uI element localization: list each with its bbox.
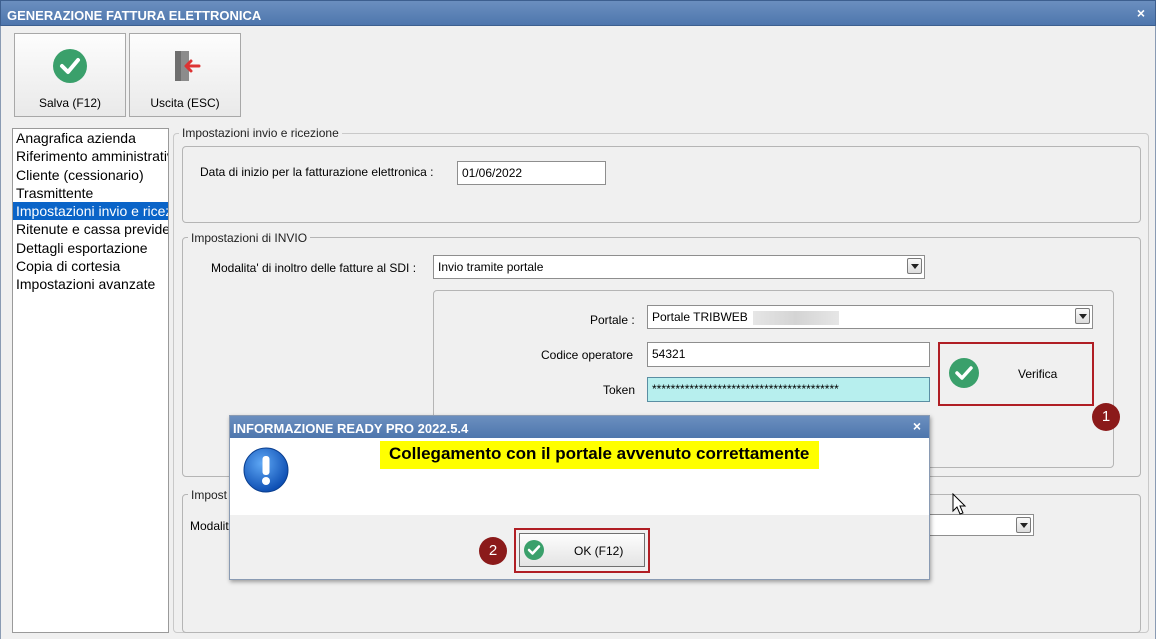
portal-value: Portale TRIBWEB — [652, 310, 748, 324]
callout-badge-1: 1 — [1092, 403, 1120, 431]
chevron-down-icon[interactable] — [907, 258, 922, 274]
start-date-input[interactable]: 01/06/2022 — [457, 161, 606, 185]
portal-label: Portale : — [590, 313, 635, 327]
token-input[interactable]: **************************************** — [647, 377, 930, 402]
group-invio-ricezione-title: Impostazioni invio e ricezione — [179, 126, 342, 140]
receive-mode-label: Modalit — [190, 519, 229, 533]
verify-button[interactable]: Verifica — [942, 346, 1090, 402]
check-icon — [523, 539, 545, 564]
nav-item-cliente[interactable]: Cliente (cessionario) — [13, 166, 168, 184]
group-invio-title: Impostazioni di INVIO — [188, 231, 311, 245]
check-icon — [948, 357, 980, 392]
ok-button[interactable]: OK (F12) — [519, 533, 645, 567]
nav-item-impostazioni-avanzate[interactable]: Impostazioni avanzate — [13, 275, 168, 293]
success-message: Collegamento con il portale avvenuto cor… — [380, 441, 820, 469]
send-mode-label: Modalita' di inoltro delle fatture al SD… — [211, 261, 417, 275]
send-mode-value: Invio tramite portale — [438, 260, 544, 274]
group-ricezione-title: Impost — [188, 488, 231, 502]
redacted-block — [753, 310, 840, 325]
nav-item-riferimento[interactable]: Riferimento amministrativo — [13, 147, 168, 165]
info-dialog-close-button[interactable]: × — [913, 418, 921, 434]
nav-item-anagrafica[interactable]: Anagrafica azienda — [13, 129, 168, 147]
info-icon — [242, 446, 290, 497]
send-mode-select[interactable]: Invio tramite portale — [433, 255, 925, 279]
group-invio-ricezione — [182, 146, 1141, 223]
token-label: Token — [603, 383, 636, 397]
chevron-down-icon[interactable] — [1016, 517, 1031, 533]
window-title: GENERAZIONE FATTURA ELETTRONICA — [7, 8, 262, 23]
info-dialog-title: INFORMAZIONE READY PRO 2022.5.4 — [233, 421, 469, 436]
save-button[interactable]: Salva (F12) — [14, 33, 126, 117]
operator-code-label: Codice operatore — [541, 348, 634, 362]
start-date-label: Data di inizio per la fatturazione elett… — [200, 165, 434, 179]
settings-nav-list: Anagrafica azienda Riferimento amministr… — [12, 128, 169, 633]
portal-select[interactable]: Portale TRIBWEB — [647, 305, 1093, 329]
exit-button-label: Uscita (ESC) — [150, 96, 220, 110]
info-dialog-titlebar: INFORMAZIONE READY PRO 2022.5.4 × — [230, 416, 929, 438]
nav-item-ritenute[interactable]: Ritenute e cassa previdenziale — [13, 220, 168, 238]
callout-badge-2: 2 — [479, 537, 507, 565]
receive-mode-select[interactable] — [930, 514, 1034, 536]
save-button-label: Salva (F12) — [38, 96, 102, 110]
check-icon — [52, 48, 88, 87]
nav-item-trasmittente[interactable]: Trasmittente — [13, 184, 168, 202]
operator-code-input[interactable]: 54321 — [647, 342, 930, 367]
mouse-cursor-icon — [952, 492, 968, 520]
info-dialog: INFORMAZIONE READY PRO 2022.5.4 × Colleg… — [229, 415, 930, 580]
verify-button-label: Verifica — [1018, 367, 1058, 381]
nav-item-impostazioni-invio[interactable]: Impostazioni invio e ricezione — [13, 202, 168, 221]
info-dialog-body: Collegamento con il portale avvenuto cor… — [230, 438, 929, 515]
chevron-down-icon[interactable] — [1075, 308, 1090, 324]
exit-door-icon — [167, 48, 203, 87]
nav-item-dettagli-esportazione[interactable]: Dettagli esportazione — [13, 239, 168, 257]
exit-button[interactable]: Uscita (ESC) — [129, 33, 241, 117]
nav-item-copia-cortesia[interactable]: Copia di cortesia — [13, 257, 168, 275]
window-close-button[interactable]: × — [1137, 5, 1145, 21]
ok-button-label: OK (F12) — [574, 544, 624, 558]
window-titlebar: GENERAZIONE FATTURA ELETTRONICA × — [0, 0, 1156, 26]
